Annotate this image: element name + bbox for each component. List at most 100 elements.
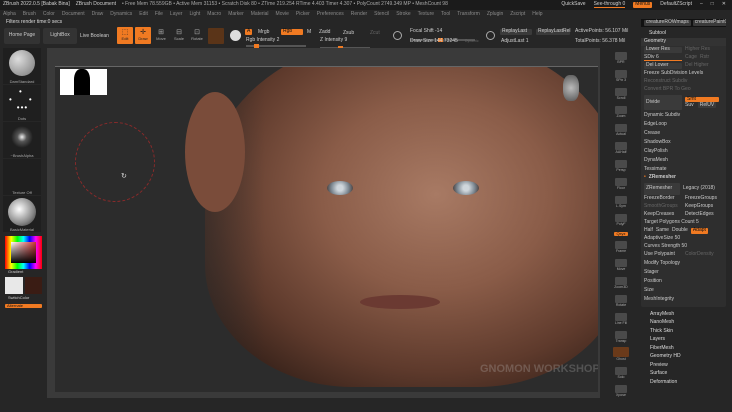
menu-movie[interactable]: Movie [276, 11, 289, 18]
tool-name-1[interactable]: creatureROWmaps [644, 20, 691, 26]
menu-light[interactable]: Light [189, 11, 200, 18]
zadd-button[interactable]: Zadd [319, 29, 330, 36]
double-button[interactable]: Double [672, 228, 688, 234]
geometry-header[interactable]: Geometry [641, 37, 726, 46]
del-lower-button[interactable]: Del Lower [644, 63, 682, 69]
menu-item-layers[interactable]: Layers [641, 336, 726, 345]
main-color-swatch[interactable] [5, 277, 23, 294]
draw-size-slider[interactable]: Draw Size 144.73245 [410, 38, 458, 45]
menu-item-stager[interactable]: Stager [641, 268, 726, 277]
menu-preferences[interactable]: Preferences [317, 11, 344, 18]
replay-last-rel-button[interactable]: ReplayLastRel [536, 28, 571, 35]
reluv-toggle[interactable]: RelUV [697, 102, 717, 108]
menu-alpha[interactable]: Alpha [3, 11, 16, 18]
zsub-button[interactable]: Zsub [343, 30, 354, 37]
higher-res-button[interactable]: Higher Res [685, 47, 710, 53]
rstr-button[interactable]: Rstr [700, 55, 709, 61]
actual-button[interactable]: Actual [610, 120, 632, 137]
scale-tool-button[interactable]: ⊟ Scale [171, 27, 187, 44]
a-button[interactable]: A [245, 28, 253, 35]
adjust-last-slider[interactable]: AdjustLast 1 [501, 38, 529, 45]
gradient-label[interactable]: Gradient [8, 269, 23, 274]
convert-bpr-button[interactable]: Convert BPR To Geo [641, 86, 726, 94]
menu-macro[interactable]: Macro [207, 11, 221, 18]
scroll-button[interactable]: Scroll [610, 84, 632, 101]
menu-layer[interactable]: Layer [170, 11, 183, 18]
suv-toggle[interactable]: Suv [685, 102, 694, 108]
secondary-color-swatch[interactable] [25, 277, 42, 294]
keep-groups-toggle[interactable]: KeepGroups [685, 204, 713, 210]
menu-zscript[interactable]: Zscript [510, 11, 525, 18]
menu-item-position[interactable]: Position [641, 277, 726, 286]
mrgb-button[interactable]: Mrgb [258, 29, 269, 36]
zoom3d-button[interactable]: Zoom3D [610, 273, 632, 290]
freeze-subdivision-button[interactable]: Freeze SubDivision Levels [641, 70, 726, 78]
use-polypaint-toggle[interactable]: Use Polypaint [644, 252, 682, 258]
subtool-header[interactable]: Subtool [641, 29, 726, 38]
qxyz-button[interactable]: Qxyz [610, 228, 632, 236]
menu-document[interactable]: Document [62, 11, 85, 18]
menu-item-edgeloop[interactable]: EdgeLoop [641, 120, 726, 129]
alpha-thumbnail[interactable]: ~BrushAlpha [3, 122, 41, 158]
menu-material[interactable]: Material [251, 11, 269, 18]
same-button[interactable]: Same [656, 228, 669, 234]
menu-item-claypolish[interactable]: ClayPolish [641, 147, 726, 156]
zremesher-button[interactable]: ZRemesher [644, 182, 680, 195]
dynamic-button[interactable]: Dynamic [465, 39, 479, 44]
focal-icon[interactable] [393, 31, 402, 40]
m-button[interactable]: M [307, 29, 311, 36]
menu-zplugin[interactable]: Zplugin [487, 11, 503, 18]
half-button[interactable]: Half [644, 228, 653, 234]
tool-name-2[interactable]: creaturePaint03 [692, 20, 726, 26]
minimize-icon[interactable]: – [700, 2, 703, 8]
see-through-slider[interactable]: See-through 0 [593, 1, 626, 9]
curves-strength-slider[interactable]: Curves Strength 50 [641, 243, 726, 251]
menu-dynamics[interactable]: Dynamics [110, 11, 132, 18]
target-polygons-slider[interactable]: Target Polygons Count 5 [641, 219, 726, 227]
adaptive-size-slider[interactable]: AdaptiveSize 50 [641, 235, 726, 243]
replay-icon[interactable] [486, 31, 495, 40]
rgb-intensity-slider[interactable]: Rgb Intensity 2 [246, 37, 279, 44]
polyf-button[interactable]: PolyF [610, 210, 632, 227]
material-thumbnail[interactable]: BasicMaterial [3, 196, 41, 232]
maximize-icon[interactable]: □ [711, 2, 714, 8]
menu-item-meshintegrity[interactable]: MeshIntegrity [641, 295, 726, 304]
rgb-button[interactable]: Rgb [281, 28, 303, 35]
zremesher-header[interactable]: ZRemesher [649, 175, 676, 181]
menu-stencil[interactable]: Stencil [374, 11, 389, 18]
live-boolean-button[interactable]: Live Boolean [80, 33, 109, 40]
menu-render[interactable]: Render [351, 11, 367, 18]
rotate-tool-button[interactable]: ⊡ Rotate [189, 27, 205, 44]
menu-texture[interactable]: Texture [418, 11, 434, 18]
keep-creases-toggle[interactable]: KeepCreases [644, 212, 682, 218]
menu-item-thick-skin[interactable]: Thick Skin [641, 327, 726, 336]
menu-draw[interactable]: Draw [92, 11, 104, 18]
menu-item-crease[interactable]: Crease [641, 129, 726, 138]
replay-last-button[interactable]: ReplayLast [500, 28, 532, 35]
menu-item-deformation[interactable]: Deformation [641, 378, 726, 387]
transp-button[interactable]: Transp [610, 327, 632, 344]
stroke-thumbnail[interactable]: • • • ••• Dots [3, 85, 41, 121]
floor-button[interactable]: Floor [610, 174, 632, 191]
menu-picker[interactable]: Picker [296, 11, 310, 18]
solo-button[interactable]: Solo [610, 363, 632, 380]
menu-transform[interactable]: Transform [457, 11, 480, 18]
freeze-groups-toggle[interactable]: FreezeGroups [685, 196, 717, 202]
menu-item-fibermesh[interactable]: FiberMesh [641, 344, 726, 353]
menu-help[interactable]: Help [532, 11, 542, 18]
brush-thumbnail[interactable]: DamStandard [3, 48, 41, 84]
lightbox-button[interactable]: LightBox [43, 28, 77, 44]
del-higher-button[interactable]: Del Higher [685, 63, 709, 69]
menu-edit[interactable]: Edit [139, 11, 148, 18]
frame-button[interactable]: Frame [610, 237, 632, 254]
smooth-groups-slider[interactable]: SmoothGroups [644, 204, 682, 210]
texture-thumbnail[interactable]: Texture Off [3, 159, 41, 195]
l-sym-button[interactable]: L.Sym [610, 192, 632, 209]
reconstruct-subdiv-button[interactable]: Reconstruct Subdiv [641, 78, 726, 86]
document-canvas[interactable]: ↻ GNOMON WORKSHOP [55, 66, 598, 392]
orientation-head-gizmo[interactable] [563, 75, 579, 101]
move-tool-button[interactable]: ⊞ Move [153, 27, 169, 44]
divide-button[interactable]: Divide [644, 95, 682, 110]
alternate-button[interactable]: Alternate [5, 303, 42, 309]
xpose-button[interactable]: Xpose [610, 381, 632, 398]
